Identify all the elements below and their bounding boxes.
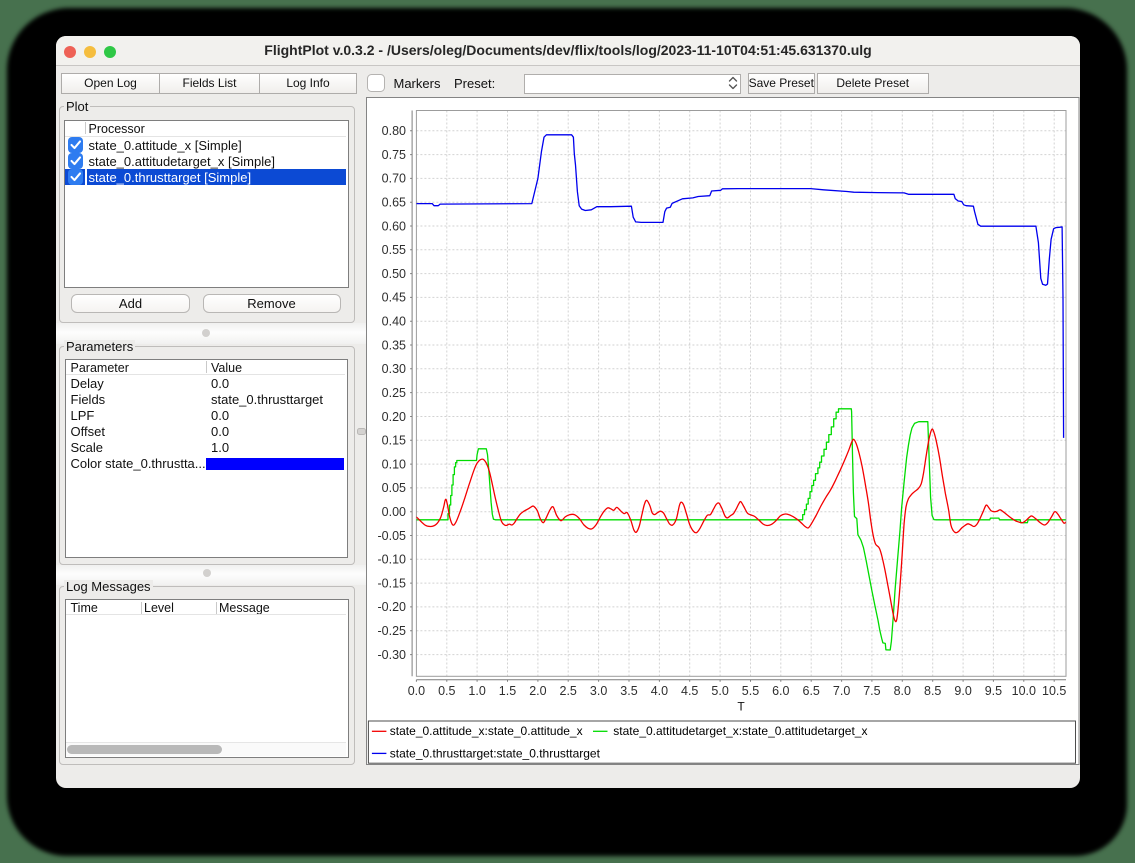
svg-text:1.0: 1.0 [468, 684, 485, 698]
svg-text:5.0: 5.0 [711, 684, 728, 698]
svg-text:0.50: 0.50 [382, 267, 406, 281]
svg-text:0.35: 0.35 [382, 338, 406, 352]
svg-text:0.20: 0.20 [382, 410, 406, 424]
svg-text:0.0: 0.0 [408, 684, 425, 698]
svg-text:6.5: 6.5 [803, 684, 820, 698]
svg-text:3.0: 3.0 [590, 684, 607, 698]
svg-text:8.5: 8.5 [924, 684, 941, 698]
svg-text:state_0.attitudetarget_x:state: state_0.attitudetarget_x:state_0.attitud… [613, 724, 867, 738]
svg-text:0.70: 0.70 [382, 172, 406, 186]
svg-text:-0.20: -0.20 [378, 600, 407, 614]
svg-text:-0.05: -0.05 [378, 529, 407, 543]
svg-text:0.15: 0.15 [382, 434, 406, 448]
svg-text:-0.10: -0.10 [378, 553, 407, 567]
svg-text:4.5: 4.5 [681, 684, 698, 698]
svg-text:0.75: 0.75 [382, 148, 406, 162]
svg-text:0.45: 0.45 [382, 291, 406, 305]
svg-text:2.5: 2.5 [560, 684, 577, 698]
svg-text:9.5: 9.5 [985, 684, 1002, 698]
svg-text:0.55: 0.55 [382, 243, 406, 257]
svg-text:0.40: 0.40 [382, 315, 406, 329]
svg-text:6.0: 6.0 [772, 684, 789, 698]
svg-text:0.60: 0.60 [382, 219, 406, 233]
svg-text:10.5: 10.5 [1042, 684, 1066, 698]
svg-text:-0.30: -0.30 [378, 648, 407, 662]
svg-text:8.0: 8.0 [894, 684, 911, 698]
svg-text:state_0.thrusttarget:state_0.t: state_0.thrusttarget:state_0.thrusttarge… [390, 746, 601, 760]
svg-text:-0.15: -0.15 [378, 576, 407, 590]
svg-text:0.65: 0.65 [382, 196, 406, 210]
svg-text:9.0: 9.0 [954, 684, 971, 698]
svg-text:1.5: 1.5 [499, 684, 516, 698]
svg-text:0.30: 0.30 [382, 362, 406, 376]
svg-text:3.5: 3.5 [620, 684, 637, 698]
svg-text:2.0: 2.0 [529, 684, 546, 698]
svg-text:10.0: 10.0 [1012, 684, 1036, 698]
svg-text:7.0: 7.0 [833, 684, 850, 698]
svg-text:0.25: 0.25 [382, 386, 406, 400]
svg-text:5.5: 5.5 [742, 684, 759, 698]
svg-text:0.5: 0.5 [438, 684, 455, 698]
svg-text:state_0.attitude_x:state_0.att: state_0.attitude_x:state_0.attitude_x [390, 724, 583, 738]
svg-text:0.05: 0.05 [382, 481, 406, 495]
svg-text:4.0: 4.0 [651, 684, 668, 698]
svg-text:0.80: 0.80 [382, 124, 406, 138]
svg-text:T: T [737, 700, 745, 714]
svg-text:7.5: 7.5 [863, 684, 880, 698]
svg-text:0.10: 0.10 [382, 457, 406, 471]
svg-text:0.00: 0.00 [382, 505, 406, 519]
svg-text:-0.25: -0.25 [378, 624, 407, 638]
